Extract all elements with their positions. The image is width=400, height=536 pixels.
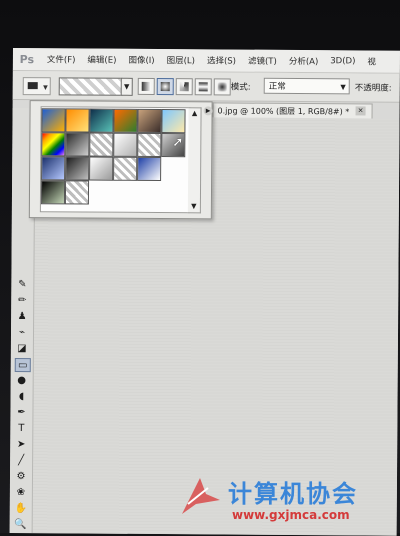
menu-view[interactable]: 视 bbox=[361, 55, 382, 67]
gradient-preset-swatch[interactable] bbox=[137, 108, 162, 134]
gradient-picker-panel: ▲ ▼ ▶ bbox=[28, 100, 213, 220]
hand-icon[interactable]: ✋ bbox=[14, 502, 28, 514]
3d-orbit-icon[interactable]: ❀ bbox=[14, 486, 28, 498]
eraser-icon[interactable]: ◪ bbox=[15, 342, 29, 354]
gradient-preset-swatch[interactable] bbox=[137, 132, 162, 158]
gradient-preset-swatch[interactable] bbox=[89, 156, 114, 181]
reflected-gradient-icon bbox=[198, 82, 208, 92]
mode-label: 模式: bbox=[230, 82, 251, 93]
tool-preset-picker[interactable]: ▼ bbox=[22, 77, 51, 96]
zoom-icon[interactable]: 🔍 bbox=[14, 518, 28, 530]
watermark-logo-icon bbox=[182, 478, 220, 514]
picker-scrollbar[interactable]: ▲ ▼ bbox=[187, 107, 202, 214]
gradient-preset-swatch[interactable] bbox=[65, 108, 90, 133]
watermark: 计算机协会 www.gxjmca.com bbox=[178, 470, 398, 530]
gradient-preset-swatch[interactable] bbox=[65, 156, 90, 181]
watermark-url: www.gxjmca.com bbox=[232, 508, 350, 522]
pen-icon[interactable]: ✒ bbox=[14, 406, 28, 418]
3d-rotate-icon[interactable]: ⚙ bbox=[14, 470, 28, 482]
angle-gradient-button[interactable] bbox=[175, 78, 193, 96]
tool-preset-swatch bbox=[27, 82, 38, 90]
menu-select[interactable]: 选择(S) bbox=[201, 54, 242, 66]
gradient-dropdown-button[interactable]: ▼ bbox=[120, 77, 133, 96]
menu-filter[interactable]: 滤镜(T) bbox=[242, 55, 283, 67]
line-icon[interactable]: ╱ bbox=[14, 454, 28, 466]
type-icon[interactable]: T bbox=[14, 422, 28, 434]
gradient-preset-swatch[interactable] bbox=[64, 180, 90, 205]
blur-icon[interactable]: ● bbox=[15, 374, 29, 386]
chevron-down-icon: ▼ bbox=[43, 84, 48, 92]
chevron-down-icon: ▼ bbox=[340, 83, 346, 92]
reflected-gradient-button[interactable] bbox=[194, 78, 212, 96]
history-brush-icon[interactable]: ⌁ bbox=[15, 326, 29, 338]
menu-edit[interactable]: 编辑(E) bbox=[81, 53, 122, 66]
gradient-preset-swatch[interactable] bbox=[89, 132, 114, 157]
stamp-icon[interactable]: ♟ bbox=[15, 310, 29, 322]
gradient-preset-swatch[interactable] bbox=[41, 132, 66, 157]
gradient-preset-swatch[interactable] bbox=[113, 132, 138, 157]
color-swatch-icon[interactable]: ■ bbox=[14, 534, 28, 536]
menu-file[interactable]: 文件(F) bbox=[41, 53, 82, 65]
brush-icon[interactable]: ✎ bbox=[15, 278, 29, 290]
gradient-preset-swatch[interactable] bbox=[161, 109, 186, 134]
watermark-title: 计算机协会 bbox=[228, 480, 358, 508]
options-bar: ▼ ▼ 模式: 正常 ▼ 不透明度: bbox=[12, 70, 400, 103]
gradient-preset-swatch[interactable] bbox=[65, 132, 90, 157]
gradient-preset-swatch[interactable] bbox=[89, 108, 114, 133]
scroll-up-icon[interactable]: ▲ bbox=[189, 108, 201, 119]
gradient-preset-grid bbox=[39, 106, 191, 214]
radial-gradient-icon bbox=[160, 82, 170, 92]
dodge-icon[interactable]: ◖ bbox=[15, 390, 29, 402]
picker-menu-icon[interactable]: ▶ bbox=[203, 106, 213, 116]
photoshop-logo: Ps bbox=[19, 52, 35, 66]
menu-layer[interactable]: 图层(L) bbox=[161, 54, 201, 66]
photoshop-window: Ps 文件(F) 编辑(E) 图像(I) 图层(L) 选择(S) 滤镜(T) 分… bbox=[9, 48, 400, 536]
opacity-label: 不透明度: bbox=[354, 83, 392, 94]
gradient-preset-swatch[interactable] bbox=[113, 108, 138, 133]
menu-image[interactable]: 图像(I) bbox=[122, 54, 160, 66]
radial-gradient-button[interactable] bbox=[156, 78, 174, 96]
scroll-down-icon[interactable]: ▼ bbox=[188, 201, 200, 212]
diamond-gradient-icon bbox=[217, 82, 227, 92]
gradient-preset-swatch[interactable] bbox=[137, 156, 162, 182]
angle-gradient-icon bbox=[179, 82, 189, 92]
document-tab[interactable]: 0.jpg @ 100% (图层 1, RGB/8#) * bbox=[212, 102, 373, 119]
gradient-preset-swatch[interactable] bbox=[41, 156, 66, 181]
linear-gradient-button[interactable] bbox=[137, 77, 155, 95]
diamond-gradient-button[interactable] bbox=[213, 78, 231, 96]
mode-select[interactable]: 正常 ▼ bbox=[263, 77, 350, 95]
linear-gradient-icon bbox=[141, 81, 151, 91]
gradient-preview[interactable] bbox=[58, 77, 123, 96]
pencil-icon[interactable]: ✏ bbox=[15, 294, 29, 306]
menu-3d[interactable]: 3D(D) bbox=[324, 56, 361, 66]
menu-analysis[interactable]: 分析(A) bbox=[283, 55, 325, 67]
menu-bar: Ps 文件(F) 编辑(E) 图像(I) 图层(L) 选择(S) 滤镜(T) 分… bbox=[12, 48, 400, 74]
path-select-icon[interactable]: ➤ bbox=[14, 438, 28, 450]
gradient-preset-swatch[interactable] bbox=[113, 156, 138, 181]
gradient-preset-swatch[interactable] bbox=[41, 108, 66, 133]
mouse-cursor-icon: ➚ bbox=[172, 135, 184, 151]
gradient-type-group bbox=[137, 77, 231, 96]
gradient-preset-swatch[interactable] bbox=[40, 180, 66, 205]
mode-value: 正常 bbox=[268, 81, 286, 92]
gradient-icon[interactable]: ▭ bbox=[14, 358, 31, 373]
close-icon[interactable]: × bbox=[355, 106, 366, 116]
